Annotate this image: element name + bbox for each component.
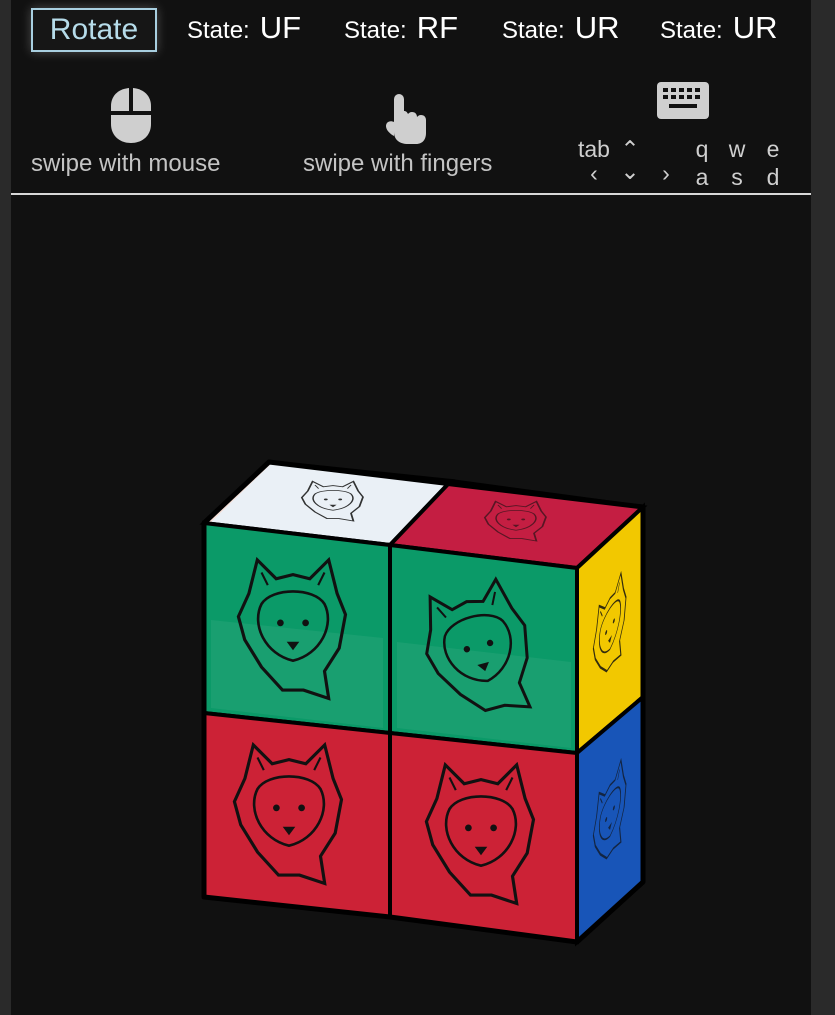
- keyboard-icon: [657, 82, 709, 119]
- cube-canvas[interactable]: [11, 196, 811, 1015]
- key-left: ‹: [590, 160, 598, 186]
- key-w: w: [728, 136, 746, 162]
- cube-front-face: [202, 520, 579, 945]
- key-right: ›: [662, 160, 670, 186]
- mouse-icon: [111, 88, 151, 143]
- swipe-fingers-label: swipe with fingers: [303, 150, 493, 177]
- cube-sticker-front-bottom-left[interactable]: [202, 710, 392, 920]
- key-down: ⌄: [620, 158, 640, 184]
- key-a: a: [695, 164, 709, 190]
- key-tab: tab: [578, 136, 610, 162]
- key-s: s: [731, 164, 743, 190]
- rotate-button[interactable]: Rotate: [31, 8, 157, 52]
- state-value: UF: [259, 10, 302, 45]
- key-d: d: [766, 164, 780, 190]
- key-e: e: [766, 136, 780, 162]
- cube-right-face: [575, 502, 645, 947]
- state-label: State:: [187, 17, 250, 44]
- state-value: UR: [732, 10, 778, 45]
- state-value: RF: [416, 10, 459, 45]
- app-window: Rotate State: UF State: RF State: UR Sta…: [11, 0, 811, 1015]
- state-display-1: State: UF: [187, 10, 301, 54]
- state-label: State:: [344, 17, 407, 44]
- state-value: UR: [574, 10, 620, 45]
- toolbar-divider: [11, 193, 811, 195]
- cube-sticker-front-bottom-right[interactable]: [388, 730, 579, 945]
- swipe-mouse-label: swipe with mouse: [31, 150, 221, 177]
- state-label: State:: [660, 17, 723, 44]
- state-display-3: State: UR: [502, 10, 620, 54]
- key-q: q: [695, 136, 709, 162]
- state-display-4: State: UR: [660, 10, 778, 54]
- state-display-2: State: RF: [344, 10, 458, 54]
- state-label: State:: [502, 17, 565, 44]
- pointer-hand-icon: [386, 94, 426, 144]
